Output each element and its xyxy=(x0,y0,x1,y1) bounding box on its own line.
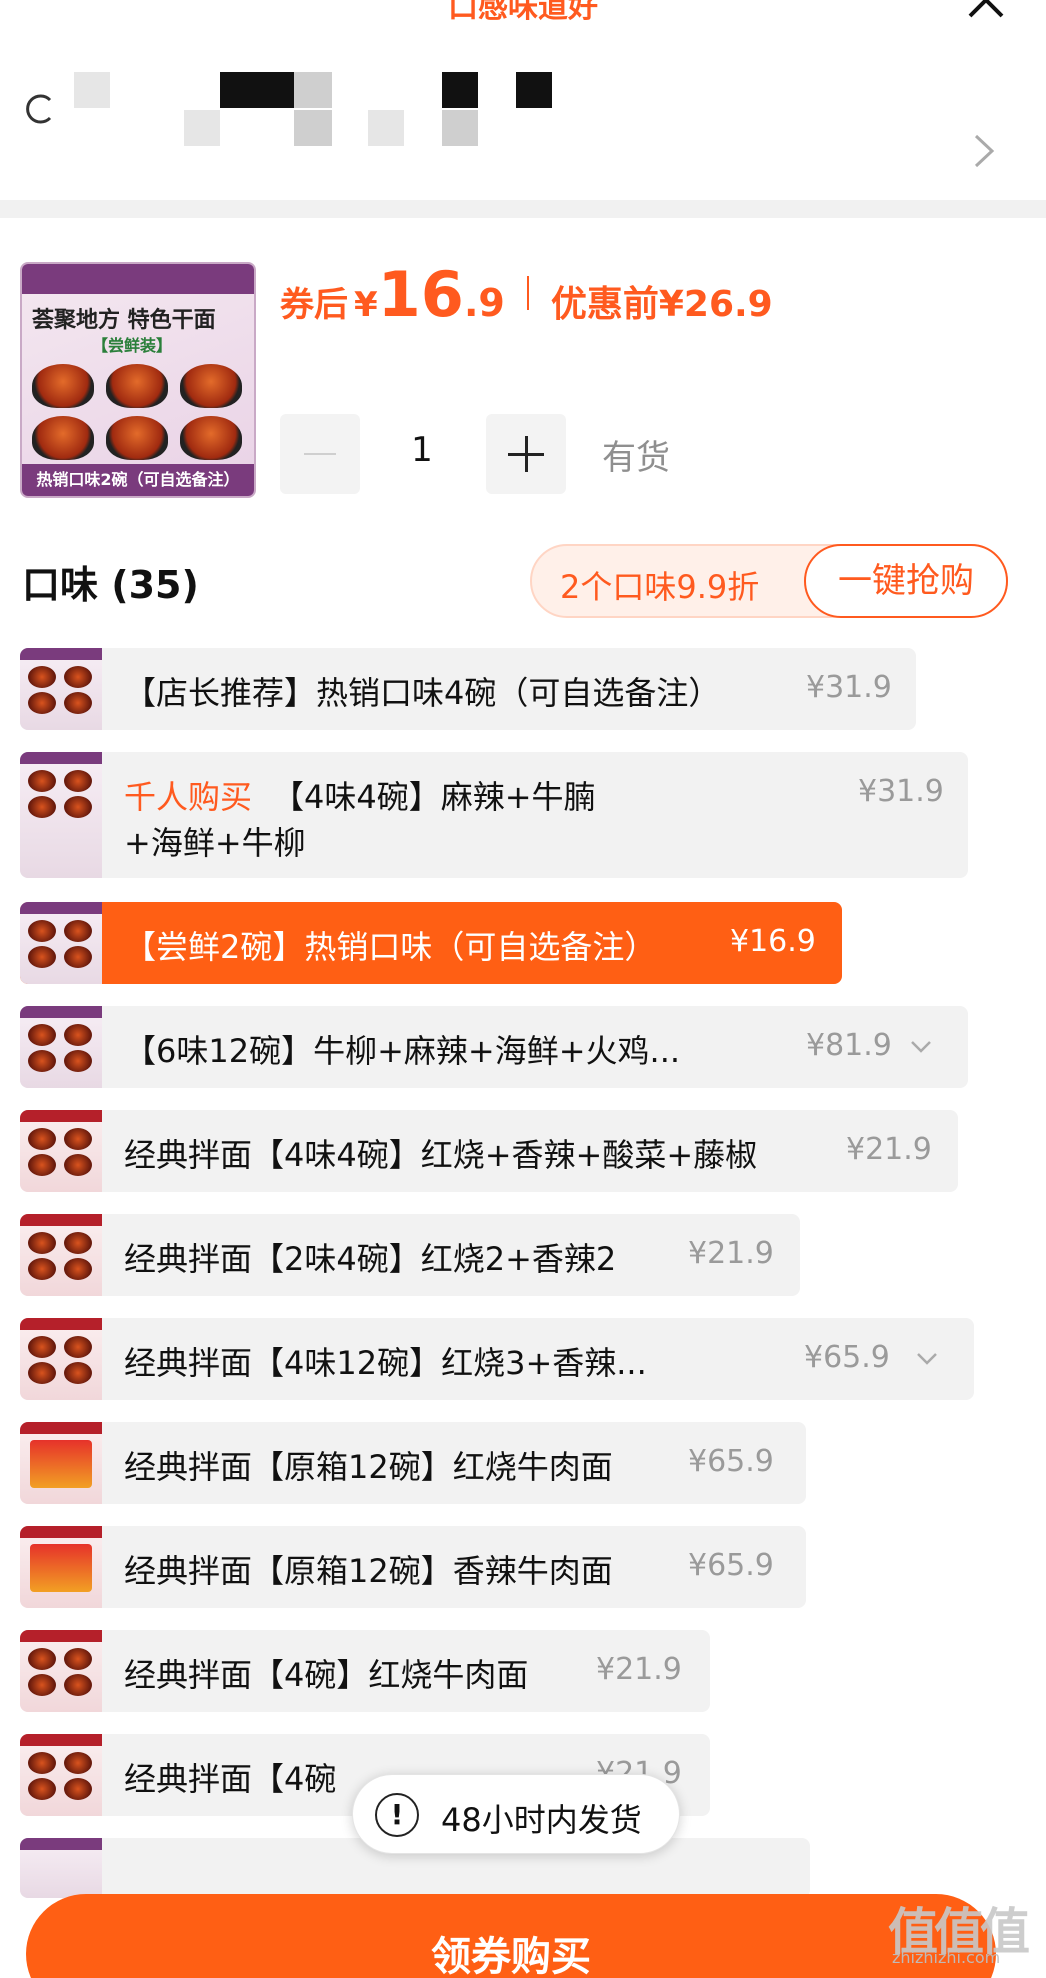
option-thumbnail xyxy=(20,1734,102,1816)
flavor-option[interactable]: 【6味12碗】牛柳+麻辣+海鲜+火鸡... ¥81.9 xyxy=(20,1006,968,1088)
price-label: 券后 xyxy=(280,285,348,325)
chevron-right-icon xyxy=(974,134,995,168)
chevron-down-icon[interactable] xyxy=(910,1040,932,1054)
option-thumbnail xyxy=(20,1214,102,1296)
price-row: 券后 ¥ 16 .9 优惠前 ¥26.9 xyxy=(280,258,773,331)
quantity-value[interactable]: 1 xyxy=(392,430,452,470)
option-label: 经典拌面【2味4碗】红烧2+香辣2 xyxy=(124,1240,617,1278)
option-thumbnail xyxy=(20,902,102,984)
option-price: ¥16.9 xyxy=(730,924,816,959)
option-label: 【尝鲜2碗】热销口味（可自选备注） xyxy=(124,928,657,966)
option-price: ¥21.9 xyxy=(846,1132,932,1167)
option-label: 经典拌面【4味12碗】红烧3+香辣... xyxy=(124,1344,647,1382)
address-row[interactable] xyxy=(0,40,1046,190)
quick-buy-button[interactable]: 一键抢购 xyxy=(804,544,1008,618)
option-thumbnail xyxy=(20,1110,102,1192)
option-label: 经典拌面【4味4碗】红烧+香辣+酸菜+藤椒 xyxy=(124,1136,758,1174)
option-badge: 千人购买 xyxy=(124,778,253,816)
redacted-block xyxy=(294,110,332,146)
option-label: 【4味4碗】麻辣+牛腩 xyxy=(272,778,596,816)
promo-text: 2个口味9.9折 xyxy=(560,568,760,606)
currency-symbol: ¥ xyxy=(354,285,378,325)
stock-status: 有货 xyxy=(602,438,670,478)
option-price: ¥21.9 xyxy=(596,1652,682,1687)
redacted-block xyxy=(442,72,478,108)
original-price: ¥26.9 xyxy=(658,284,773,325)
option-label: 【6味12碗】牛柳+麻辣+海鲜+火鸡... xyxy=(124,1032,681,1070)
thumb-caption: 热销口味2碗（可自选备注） xyxy=(22,464,254,496)
redacted-block xyxy=(442,110,478,146)
price-divider xyxy=(526,276,529,310)
option-label: 经典拌面【4碗 xyxy=(124,1760,337,1798)
flavor-option-selected[interactable]: 【尝鲜2碗】热销口味（可自选备注） ¥16.9 xyxy=(20,902,842,984)
flavor-option[interactable]: 经典拌面【4碗】红烧牛肉面 ¥21.9 xyxy=(20,1630,710,1712)
original-price-label: 优惠前 xyxy=(550,284,659,325)
alert-icon: ! xyxy=(375,1793,419,1837)
option-thumbnail xyxy=(20,1422,102,1504)
redacted-block xyxy=(368,110,404,146)
product-thumbnail[interactable]: 荟聚地方 特色干面 【尝鲜装】 热销口味2碗（可自选备注） xyxy=(20,262,256,498)
sheet-header: 口感味道好 xyxy=(0,0,1046,200)
brand-band xyxy=(22,264,254,294)
price-decimal: .9 xyxy=(463,281,505,325)
sheet-title: 口感味道好 xyxy=(448,0,598,25)
minus-icon[interactable] xyxy=(280,414,360,494)
option-label: 经典拌面【原箱12碗】香辣牛肉面 xyxy=(124,1552,613,1590)
option-label-line2: +海鲜+牛柳 xyxy=(124,824,306,862)
watermark-logo: 值值值 zhizhizhi.com xyxy=(888,1892,1038,1972)
price-integer: 16 xyxy=(377,258,464,331)
option-thumbnail xyxy=(20,1318,102,1400)
flavor-option[interactable]: 经典拌面【4味4碗】红烧+香辣+酸菜+藤椒 ¥21.9 xyxy=(20,1110,958,1192)
option-thumbnail xyxy=(20,1630,102,1712)
close-icon[interactable] xyxy=(964,0,1008,22)
option-price: ¥65.9 xyxy=(688,1444,774,1479)
option-thumbnail xyxy=(20,648,102,730)
watermark-site: zhizhizhi.com xyxy=(892,1948,1001,1967)
buy-button-label: 领券购买 xyxy=(431,1934,591,1978)
thumb-subtitle: 【尝鲜装】 xyxy=(92,336,173,355)
flavor-option[interactable]: 经典拌面【2味4碗】红烧2+香辣2 ¥21.9 xyxy=(20,1214,800,1296)
option-price: ¥31.9 xyxy=(858,774,944,809)
flavor-option[interactable]: 经典拌面【原箱12碗】红烧牛肉面 ¥65.9 xyxy=(20,1422,806,1504)
option-price: ¥31.9 xyxy=(806,670,892,705)
option-label: 经典拌面【原箱12碗】红烧牛肉面 xyxy=(124,1448,613,1486)
flavor-heading: 口味 (35) xyxy=(22,563,199,607)
option-thumbnail xyxy=(20,1838,102,1898)
thumb-title: 荟聚地方 特色干面 xyxy=(32,308,216,333)
redacted-block xyxy=(516,72,552,108)
shipping-toast: ! 48小时内发货 xyxy=(352,1774,680,1854)
flavor-promo: 2个口味9.9折 一键抢购 xyxy=(530,544,1008,618)
claim-coupon-buy-button[interactable]: 领券购买 xyxy=(26,1894,996,1978)
redacted-block xyxy=(184,110,220,146)
flavor-option[interactable]: 经典拌面【4味12碗】红烧3+香辣... ¥65.9 xyxy=(20,1318,974,1400)
flavor-option[interactable]: 【店长推荐】热销口味4碗（可自选备注） ¥31.9 xyxy=(20,648,916,730)
redacted-block xyxy=(74,72,110,108)
option-thumbnail xyxy=(20,1526,102,1608)
option-price: ¥21.9 xyxy=(688,1236,774,1271)
option-label: 【店长推荐】热销口味4碗（可自选备注） xyxy=(124,674,721,712)
option-price: ¥81.9 xyxy=(806,1028,892,1063)
cup-illustration xyxy=(32,364,246,464)
option-price: ¥65.9 xyxy=(804,1340,890,1375)
chevron-down-icon[interactable] xyxy=(916,1352,938,1366)
option-price: ¥65.9 xyxy=(688,1548,774,1583)
option-thumbnail xyxy=(20,1006,102,1088)
plus-icon[interactable] xyxy=(486,414,566,494)
option-thumbnail xyxy=(20,752,102,878)
section-divider xyxy=(0,200,1046,218)
option-label: 经典拌面【4碗】红烧牛肉面 xyxy=(124,1656,529,1694)
toast-text: 48小时内发货 xyxy=(441,1801,642,1839)
sku-selection-sheet: 口感味道好 荟聚地方 特色干面 【尝鲜装】 热销口味2碗（可自选备注） 券后 ¥… xyxy=(0,0,1046,1978)
flavor-option[interactable]: 千人购买 【4味4碗】麻辣+牛腩 +海鲜+牛柳 ¥31.9 xyxy=(20,752,968,878)
location-icon xyxy=(26,94,52,124)
flavor-option[interactable]: 经典拌面【原箱12碗】香辣牛肉面 ¥65.9 xyxy=(20,1526,806,1608)
redacted-block xyxy=(294,72,332,108)
redacted-block xyxy=(220,72,294,108)
